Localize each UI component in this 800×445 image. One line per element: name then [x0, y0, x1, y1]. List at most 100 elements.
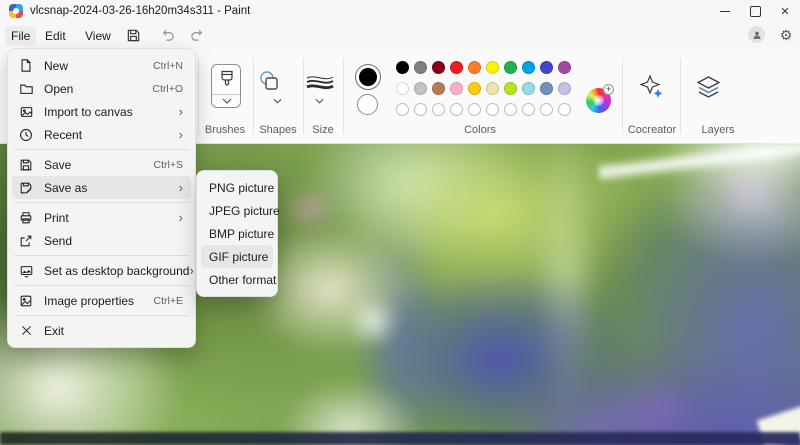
menu-file[interactable]: File [5, 26, 36, 45]
menubar: File Edit View ⚙ [0, 23, 800, 48]
color-swatch[interactable] [504, 61, 517, 74]
empty-color-slot[interactable] [522, 103, 535, 116]
color2[interactable] [357, 94, 378, 115]
empty-color-slot[interactable] [504, 103, 517, 116]
empty-color-slot[interactable] [396, 103, 409, 116]
color-swatch[interactable] [450, 61, 463, 74]
empty-color-slot[interactable] [414, 103, 427, 116]
chevron-right-icon: › [179, 181, 183, 194]
desktop-background-icon [18, 263, 34, 279]
menu-item-import-to-canvas[interactable]: Import to canvas › [12, 100, 191, 123]
toolbar-separator [303, 58, 304, 134]
menu-item-send[interactable]: Send [12, 229, 191, 252]
chevron-down-icon[interactable] [315, 98, 324, 104]
account-avatar-icon[interactable] [748, 26, 765, 43]
file-menu: New Ctrl+N Open Ctrl+O Import to canvas … [7, 48, 196, 348]
color-swatch[interactable] [522, 82, 535, 95]
color-swatch[interactable] [432, 61, 445, 74]
color-swatch[interactable] [558, 82, 571, 95]
save-icon[interactable] [122, 25, 144, 45]
submenu-item-gif[interactable]: GIF picture [201, 245, 273, 268]
color-swatch[interactable] [522, 61, 535, 74]
menu-item-set-as-desktop-background[interactable]: Set as desktop background › [12, 259, 191, 282]
color-swatch[interactable] [432, 82, 445, 95]
titlebar: vlcsnap-2024-03-26-16h20m34s311 - Paint … [0, 0, 800, 23]
menu-item-save-as[interactable]: Save as › [12, 176, 191, 199]
empty-color-slot[interactable] [486, 103, 499, 116]
color-swatch[interactable] [468, 82, 481, 95]
color1-selected[interactable] [355, 64, 381, 90]
settings-gear-icon[interactable]: ⚙ [777, 26, 795, 44]
color-swatch[interactable] [414, 82, 427, 95]
empty-color-slot[interactable] [432, 103, 445, 116]
minimize-button[interactable] [710, 0, 740, 23]
empty-color-slot[interactable] [468, 103, 481, 116]
palette-row-3 [396, 103, 571, 116]
toolbar-separator [680, 58, 681, 134]
edit-colors-button[interactable]: + [586, 88, 611, 113]
empty-color-slot[interactable] [450, 103, 463, 116]
import-to-canvas-icon [18, 104, 34, 120]
submenu-item-bmp[interactable]: BMP picture [201, 222, 273, 245]
submenu-item-jpeg[interactable]: JPEG picture [201, 199, 273, 222]
layers-button[interactable] [695, 74, 722, 101]
menu-view[interactable]: View [79, 26, 117, 45]
color-swatch[interactable] [486, 61, 499, 74]
photo-dark-edge [0, 432, 800, 445]
paint-window: vlcsnap-2024-03-26-16h20m34s311 - Paint … [0, 0, 800, 445]
redo-icon [186, 25, 208, 45]
menu-edit[interactable]: Edit [39, 26, 72, 45]
menu-item-image-properties[interactable]: Image properties Ctrl+E [12, 289, 191, 312]
size-button[interactable] [305, 74, 335, 92]
undo-icon [156, 25, 178, 45]
color-swatch[interactable] [396, 82, 409, 95]
window-title: vlcsnap-2024-03-26-16h20m34s311 - Paint [30, 5, 250, 17]
menu-item-exit[interactable]: Exit [12, 319, 191, 342]
close-button[interactable]: ✕ [770, 0, 800, 23]
color-swatch[interactable] [450, 82, 463, 95]
shapes-button[interactable] [257, 70, 283, 94]
layers-label: Layers [673, 124, 763, 136]
share-icon [18, 233, 34, 249]
menu-item-new[interactable]: New Ctrl+N [12, 54, 191, 77]
empty-color-slot[interactable] [540, 103, 553, 116]
paint-app-icon [9, 4, 23, 18]
cocreator-button[interactable] [639, 74, 665, 100]
color-swatch[interactable] [396, 61, 409, 74]
brushes-button[interactable] [211, 64, 241, 108]
color-swatch[interactable] [468, 61, 481, 74]
color-swatch[interactable] [540, 61, 553, 74]
chevron-right-icon: › [189, 264, 193, 277]
color-swatch[interactable] [414, 61, 427, 74]
color-swatch[interactable] [540, 82, 553, 95]
color-swatch[interactable] [486, 82, 499, 95]
menu-item-open[interactable]: Open Ctrl+O [12, 77, 191, 100]
colors-label: Colors [435, 124, 525, 136]
plus-icon: + [603, 84, 614, 95]
open-folder-icon [18, 81, 34, 97]
submenu-item-other-format[interactable]: Other format [201, 268, 273, 291]
toolbar-separator [198, 58, 199, 134]
toolbar-separator [343, 58, 344, 134]
exit-x-icon [18, 323, 34, 339]
palette-row-1 [396, 61, 571, 74]
menu-item-recent[interactable]: Recent › [12, 123, 191, 146]
color-swatch[interactable] [558, 61, 571, 74]
empty-color-slot[interactable] [558, 103, 571, 116]
chevron-right-icon: › [179, 105, 183, 118]
color-swatch[interactable] [504, 82, 517, 95]
menu-item-save[interactable]: Save Ctrl+S [12, 153, 191, 176]
chevron-right-icon: › [179, 128, 183, 141]
save-as-icon [18, 180, 34, 196]
chevron-down-icon[interactable] [273, 98, 282, 104]
chevron-down-icon [222, 98, 232, 104]
menu-separator [14, 202, 189, 203]
maximize-button[interactable] [740, 0, 770, 23]
printer-icon [18, 210, 34, 226]
save-icon [18, 157, 34, 173]
menu-item-print[interactable]: Print › [12, 206, 191, 229]
toolbar-separator [253, 58, 254, 134]
submenu-item-png[interactable]: PNG picture [201, 176, 273, 199]
size-label: Size [278, 124, 368, 136]
toolbar-separator [622, 58, 623, 134]
